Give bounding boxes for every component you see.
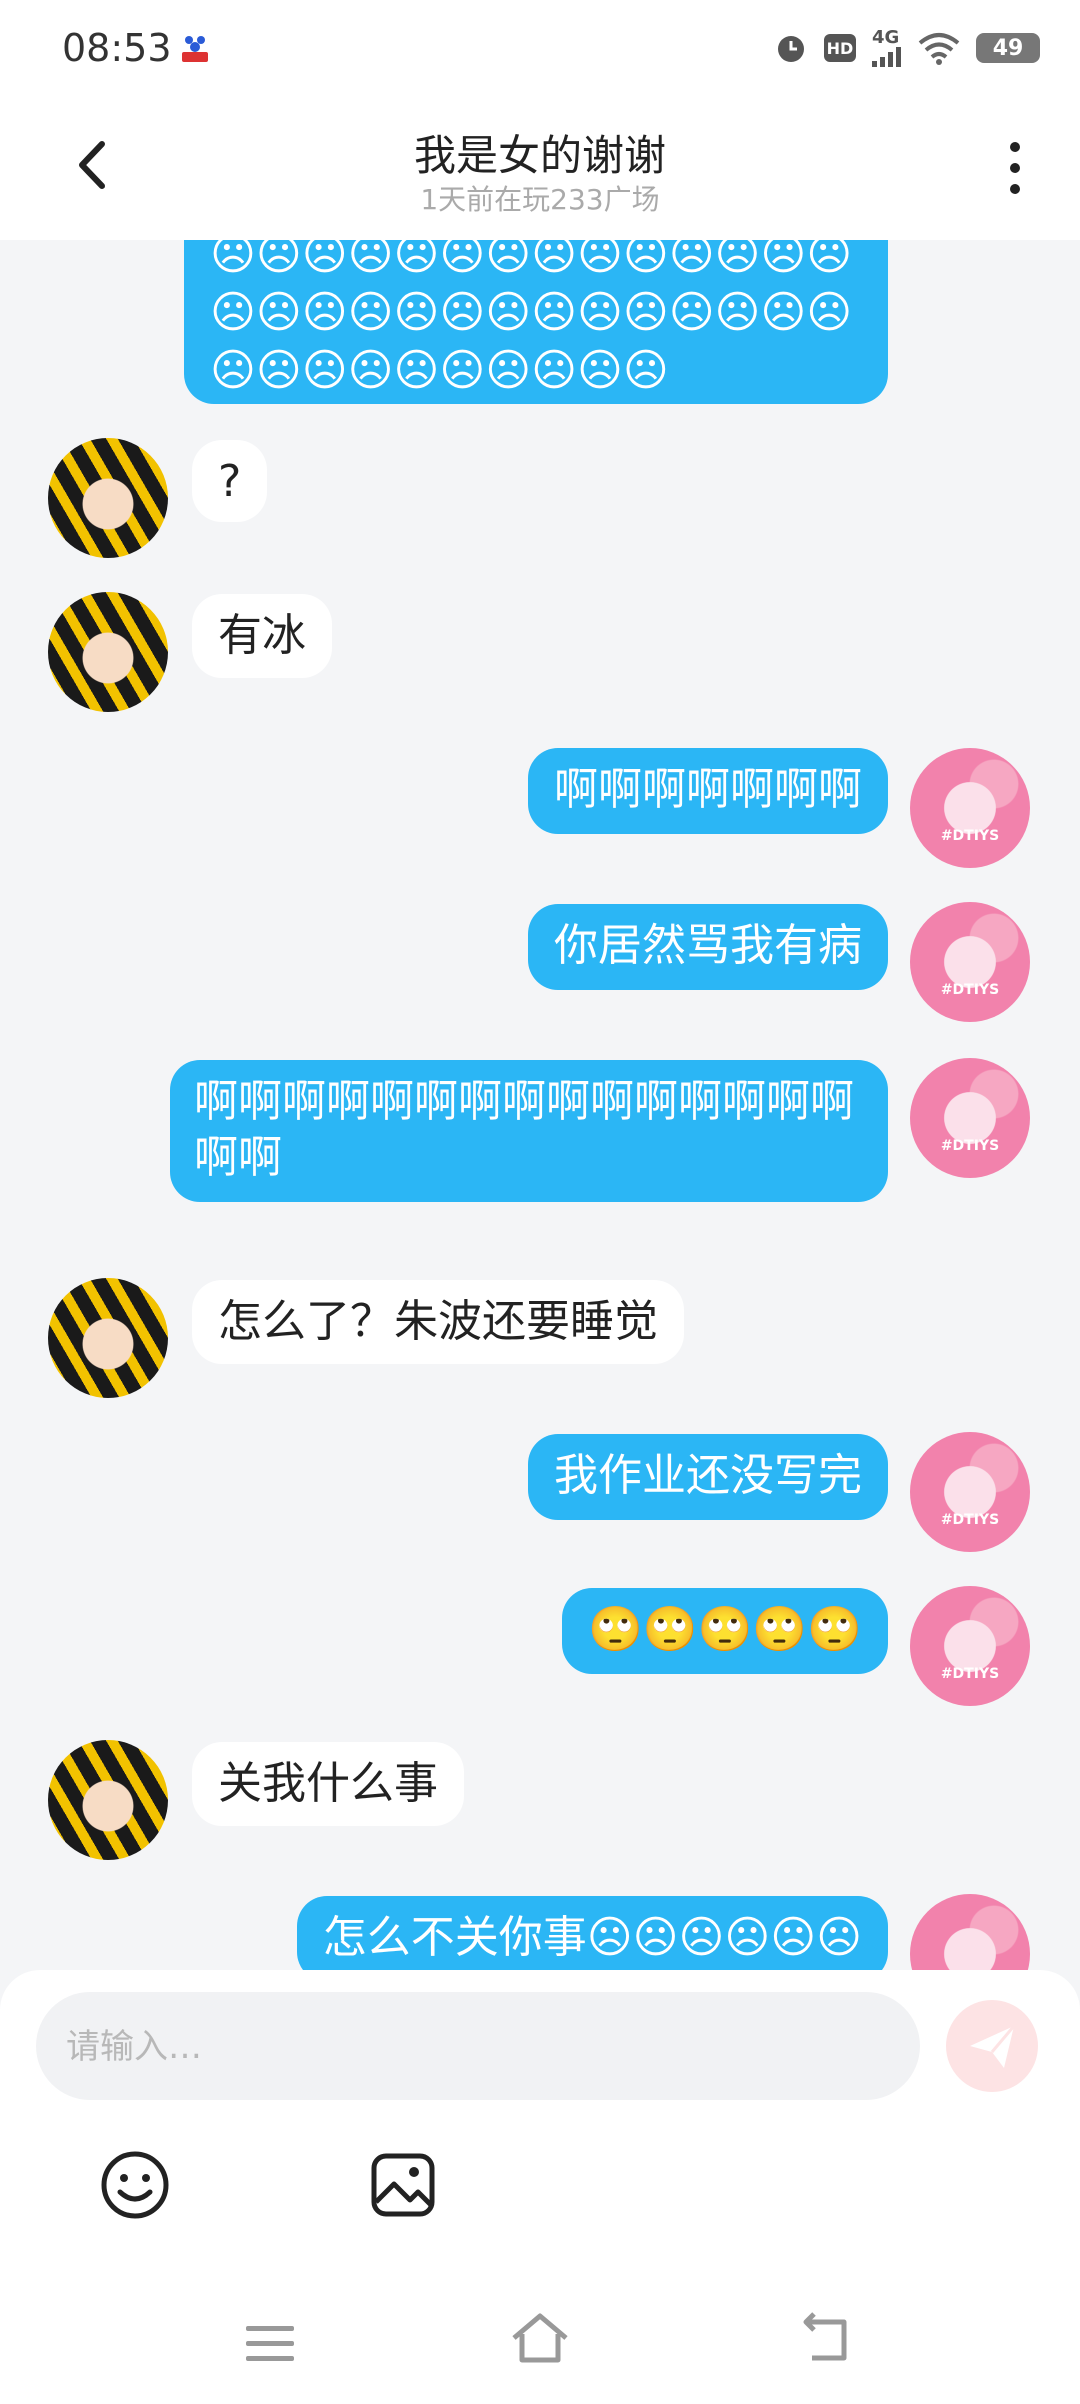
menu-icon (246, 2326, 294, 2331)
status-icons: HD 4G 49 (774, 28, 1040, 68)
avatar-tag: #DTIYS (940, 982, 1000, 998)
network-4g-icon: 4G (872, 29, 902, 67)
more-options-button[interactable] (1000, 138, 1030, 198)
page-title: 我是女的谢谢 (413, 131, 666, 180)
avatar-me[interactable]: #DTIYS (910, 1058, 1030, 1178)
avatar-me[interactable]: #DTIYS (910, 748, 1030, 868)
avatar-me[interactable]: #DTIYS (910, 1432, 1030, 1552)
more-vertical-icon (1010, 142, 1020, 152)
chat-header: 我是女的谢谢 1天前在玩233广场 (0, 100, 1080, 240)
avatar-tag: #DTIYS (940, 828, 1000, 844)
avatar-me[interactable]: #DTIYS (910, 1894, 1030, 1970)
nav-home-button[interactable] (510, 2312, 570, 2364)
message-bubble-other[interactable]: ? (192, 440, 268, 522)
message-list[interactable]: ☹☹☹☹☹☹☹☹☹☹☹☹☹☹☹☹☹☹☹☹☹☹☹☹☹☹☹☹☹☹☹☹☹☹☹☹☹☹ ?… (0, 240, 1080, 1970)
alarm-icon (778, 36, 804, 62)
avatar-other[interactable] (48, 592, 168, 712)
hd-icon: HD (824, 34, 856, 62)
send-button[interactable] (946, 2000, 1038, 2092)
more-dot (1010, 184, 1020, 194)
avatar-tag: #DTIYS (940, 1512, 1000, 1528)
message-bubble-mine[interactable]: 啊啊啊啊啊啊啊 (528, 748, 888, 834)
avatar-other[interactable] (48, 1740, 168, 1860)
avatar-me[interactable]: #DTIYS (910, 1586, 1030, 1706)
message-bubble-other[interactable]: 有冰 (192, 594, 332, 678)
more-dot (1010, 163, 1020, 173)
message-bubble-mine[interactable]: ☹☹☹☹☹☹☹☹☹☹☹☹☹☹☹☹☹☹☹☹☹☹☹☹☹☹☹☹☹☹☹☹☹☹☹☹☹☹ (184, 240, 888, 404)
message-bubble-other[interactable]: 怎么了？朱波还要睡觉 (192, 1280, 684, 1364)
wifi-icon (918, 33, 960, 65)
back-icon (803, 2312, 847, 2361)
message-bubble-mine[interactable]: 怎么不关你事☹☹☹☹☹☹ (296, 1896, 888, 1970)
avatar-other[interactable] (48, 438, 168, 558)
avatar-tag: #DTIYS (940, 1138, 1000, 1154)
menu-line (246, 2356, 294, 2361)
page-subtitle: 1天前在玩233广场 (420, 183, 660, 216)
image-icon[interactable] (370, 2152, 436, 2218)
message-bubble-mine[interactable]: 🙄🙄🙄🙄🙄 (562, 1588, 888, 1674)
message-bubble-other[interactable]: 关我什么事 (192, 1742, 464, 1826)
send-icon (970, 2025, 1016, 2068)
avatar-other[interactable] (48, 1278, 168, 1398)
avatar-tag: #DTIYS (940, 1666, 1000, 1682)
avatar-me[interactable]: #DTIYS (910, 902, 1030, 1022)
network-label: 4G (872, 27, 900, 48)
signal-icon (872, 47, 901, 67)
status-time: 08:53 (62, 26, 172, 70)
message-bubble-mine[interactable]: 我作业还没写完 (528, 1434, 888, 1520)
message-input[interactable] (64, 1992, 868, 2102)
home-icon (512, 2313, 568, 2363)
baidu-icon (182, 36, 208, 62)
status-bar: 08:53 HD 4G 49 (0, 0, 1080, 100)
nav-menu-button[interactable] (246, 2326, 294, 2362)
message-bubble-mine[interactable]: 啊啊啊啊啊啊啊啊啊啊啊啊啊啊啊啊啊 (170, 1060, 888, 1202)
battery-icon: 49 (976, 33, 1040, 63)
nav-back-button[interactable] (800, 2312, 850, 2364)
message-bubble-mine[interactable]: 你居然骂我有病 (528, 904, 888, 990)
menu-line (246, 2341, 294, 2346)
message-input-container[interactable] (36, 1992, 920, 2102)
smiley-icon[interactable] (100, 2150, 170, 2220)
